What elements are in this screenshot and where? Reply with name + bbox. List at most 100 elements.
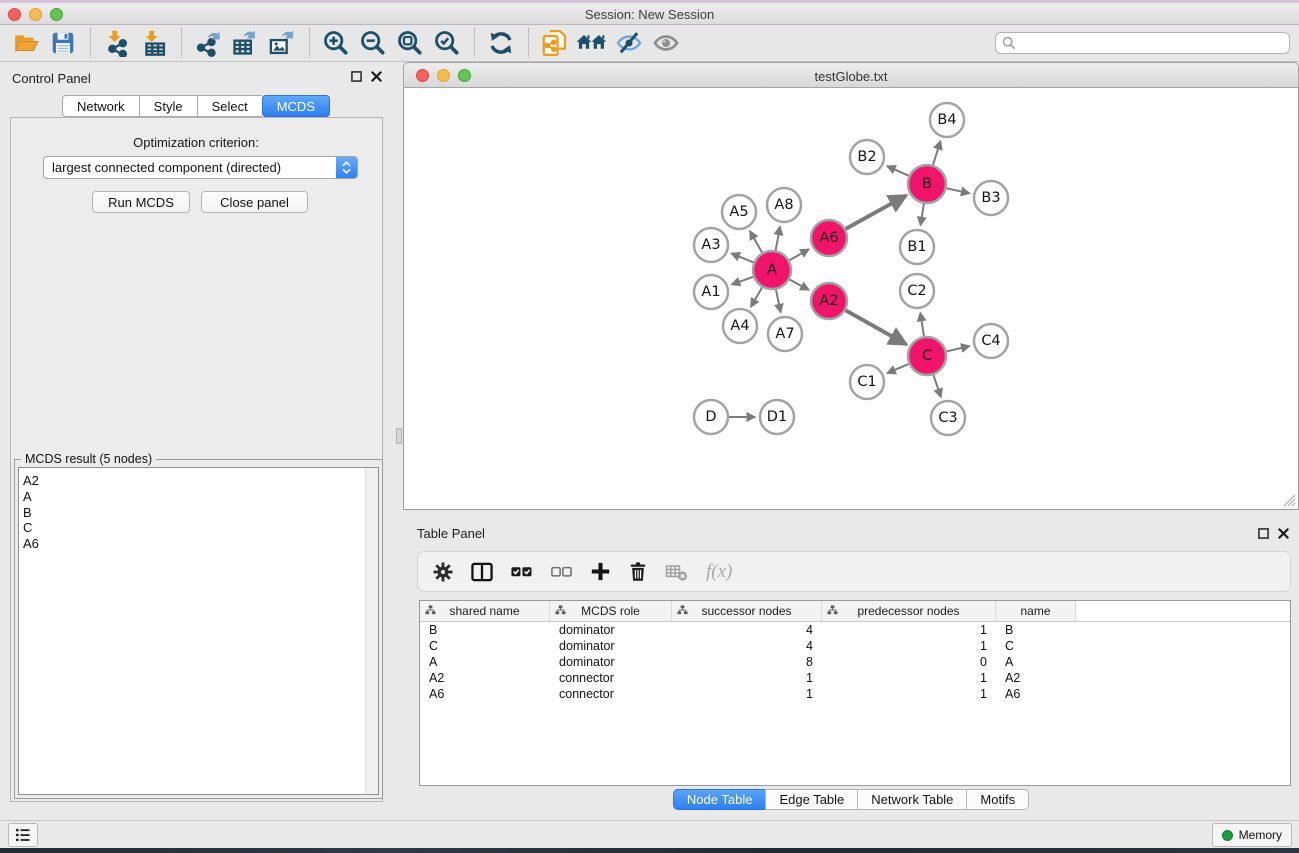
unselect-all-button[interactable] [550,560,573,583]
export-network-button[interactable] [192,27,224,59]
column-header[interactable]: predecessor nodes [822,601,996,621]
tab-node-table[interactable]: Node Table [673,789,766,810]
birds-eye-view-button[interactable] [576,27,608,59]
tab-select[interactable]: Select [197,95,262,117]
network-window-titlebar[interactable]: testGlobe.txt [403,62,1299,88]
graph-edge-A-A4[interactable] [751,287,762,307]
tab-mcds[interactable]: MCDS [262,95,330,117]
graph-node-B[interactable]: B [908,165,946,203]
graph-node-C4[interactable]: C4 [974,324,1008,358]
column-header[interactable]: name [996,601,1076,621]
network-snapshot-button[interactable] [539,27,571,59]
column-header[interactable]: shared name [420,601,550,621]
graph-edge-C-C3[interactable] [933,375,941,397]
result-item[interactable]: B [19,505,378,521]
graph-node-B1[interactable]: B1 [900,230,934,264]
graph-node-C1[interactable]: C1 [850,365,884,399]
table-row[interactable]: A2connector11A2 [420,670,1290,686]
network-graph[interactable]: B4 B2 B B3 A8 A5 A6 A3 B1 A C2 A1 A2 A4 A7 C4 C C1 D D1 C3 [404,88,1298,509]
memory-button[interactable]: Memory [1212,823,1292,847]
refresh-layout-button[interactable] [485,27,517,59]
add-column-button[interactable] [590,561,611,582]
float-panel-icon[interactable] [351,71,362,82]
graph-edge-B-B4[interactable] [933,141,940,165]
graph-node-D1[interactable]: D1 [760,400,794,434]
export-image-button[interactable] [266,27,298,59]
close-panel-button[interactable]: Close panel [201,191,308,213]
mcds-result-list[interactable]: A2 A B C A6 [18,467,379,795]
graph-node-C2[interactable]: C2 [900,274,934,308]
graph-edge-C-C2[interactable] [920,313,924,336]
import-table-button[interactable] [138,27,170,59]
graph-edge-A-A8[interactable] [776,227,780,251]
open-session-button[interactable] [10,27,42,59]
zoom-fit-button[interactable] [394,27,426,59]
result-item[interactable]: A [19,489,378,505]
table-settings-button[interactable] [432,561,454,583]
import-network-button[interactable] [101,27,133,59]
float-panel-icon[interactable] [1258,528,1269,539]
graph-node-A2[interactable]: A2 [811,283,847,319]
column-header[interactable]: successor nodes [672,601,822,621]
result-item[interactable]: C [19,520,378,536]
graph-edge-A-A2[interactable] [790,280,809,290]
graph-edge-A-A7[interactable] [776,290,781,313]
graph-edge-A-A1[interactable] [732,277,753,285]
window-resize-grip[interactable] [1283,494,1296,507]
graph-edge-B-B2[interactable] [887,166,909,176]
graph-edge-A-A6[interactable] [789,249,809,260]
tab-style[interactable]: Style [139,95,197,117]
table-row[interactable]: Adominator80A [420,654,1290,670]
select-all-button[interactable] [510,560,533,583]
zoom-out-button[interactable] [357,27,389,59]
search-field[interactable] [995,32,1290,54]
save-session-button[interactable] [47,27,79,59]
graph-node-A4[interactable]: A4 [723,309,757,343]
graph-edge-C-C4[interactable] [946,346,969,351]
tab-network-table[interactable]: Network Table [857,789,966,810]
graph-edge-A-A3[interactable] [731,253,753,262]
task-history-button[interactable] [8,823,38,847]
delete-column-button[interactable] [628,561,648,583]
show-columns-button[interactable] [471,562,493,582]
graph-node-B2[interactable]: B2 [850,140,884,174]
graph-edge-A-A5[interactable] [750,231,762,252]
graph-node-A8[interactable]: A8 [767,188,801,222]
zoom-selected-button[interactable] [431,27,463,59]
graph-node-A3[interactable]: A3 [694,228,728,262]
graph-edge-A2-C[interactable] [846,310,907,344]
result-item[interactable]: A6 [19,536,378,552]
graph-node-A[interactable]: A [753,251,791,289]
criterion-dropdown[interactable]: largest connected component (directed) [43,156,358,179]
graph-edge-C-C1[interactable] [887,364,908,373]
result-scrollbar[interactable] [365,468,378,794]
tab-motifs[interactable]: Motifs [966,789,1029,810]
show-graphics-details-button[interactable] [650,27,682,59]
close-panel-icon[interactable] [1278,528,1289,539]
graph-node-C3[interactable]: C3 [931,401,965,435]
graph-node-B3[interactable]: B3 [974,181,1008,215]
graph-node-D[interactable]: D [694,400,728,434]
graph-node-B4[interactable]: B4 [930,103,964,137]
table-row[interactable]: Bdominator41B [420,622,1290,638]
function-builder-button[interactable]: f(x) [706,561,732,583]
graph-node-A1[interactable]: A1 [694,275,728,309]
table-row[interactable]: Cdominator41C [420,638,1290,654]
result-item[interactable]: A2 [19,473,378,489]
search-input[interactable] [1020,36,1289,50]
run-mcds-button[interactable]: Run MCDS [92,191,190,213]
export-table-button[interactable] [229,27,261,59]
column-header[interactable]: MCDS role [550,601,672,621]
close-panel-icon[interactable] [371,71,382,82]
hide-graphics-details-button[interactable] [613,27,645,59]
network-canvas[interactable]: B4 B2 B B3 A8 A5 A6 A3 B1 A C2 A1 A2 A4 A7 C4 C C1 D D1 C3 [403,88,1299,510]
graph-edge-B-B3[interactable] [947,188,970,193]
graph-node-C[interactable]: C [908,337,946,375]
graph-node-A7[interactable]: A7 [768,317,802,351]
table-row[interactable]: A6connector11A6 [420,686,1290,702]
graph-node-A6[interactable]: A6 [811,220,847,256]
graph-edge-A6-B[interactable] [846,196,906,229]
delete-table-button[interactable] [665,562,689,582]
zoom-in-button[interactable] [320,27,352,59]
graph-node-A5[interactable]: A5 [722,195,756,229]
